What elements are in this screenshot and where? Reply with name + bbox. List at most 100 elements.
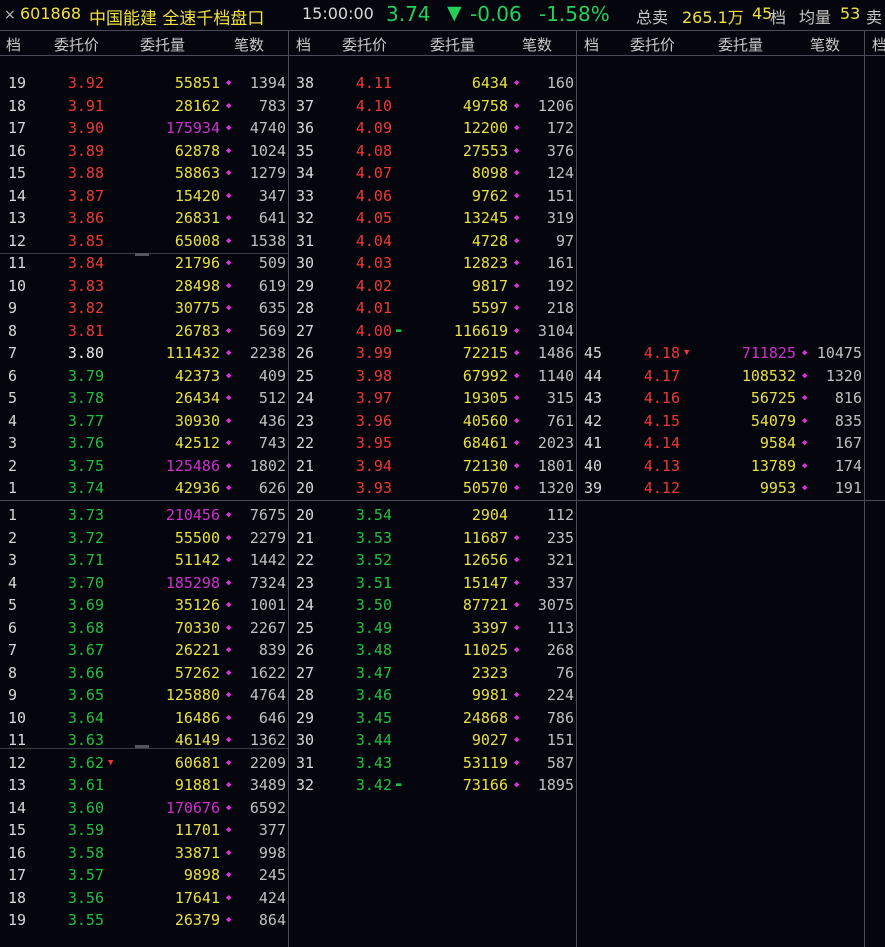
- level-number: 33: [296, 186, 315, 205]
- volume: 12656: [462, 551, 508, 569]
- volume: 49758: [462, 96, 508, 115]
- price: 3.56: [67, 888, 104, 907]
- price: 3.63: [67, 731, 104, 749]
- order-count: 174: [834, 456, 862, 475]
- level-number: 38: [296, 74, 315, 92]
- bid-level-row: 3 3.71 51142 ◆ 1442: [0, 549, 290, 571]
- price: 3.75: [67, 456, 104, 475]
- volume: 51142: [174, 551, 220, 569]
- volume: 2323: [471, 663, 508, 682]
- volume: 17641: [174, 888, 220, 907]
- level-number: 45: [584, 344, 603, 362]
- diamond-icon: ◆: [514, 348, 520, 358]
- level-number: 36: [296, 119, 315, 137]
- order-count: 998: [258, 843, 286, 862]
- diamond-icon: ◆: [514, 123, 520, 133]
- volume: 9953: [759, 479, 796, 497]
- order-count: 1001: [249, 596, 286, 614]
- price: 4.18: [643, 344, 680, 362]
- level-number: 21: [296, 456, 315, 475]
- last-price: 3.74: [386, 2, 431, 26]
- stock-code: 601868: [20, 4, 82, 23]
- order-count: 376: [546, 141, 574, 160]
- level-number: 18: [8, 888, 27, 907]
- bid-level-row: 11 3.63 46149 ◆ 1362: [0, 729, 290, 751]
- price: 3.47: [355, 663, 392, 682]
- price: 4.05: [355, 209, 392, 227]
- bid-level-row: 8 3.66 57262 ◆ 1622: [0, 662, 290, 684]
- diamond-icon: ◆: [226, 235, 232, 246]
- level-number: 34: [296, 164, 315, 182]
- ask-level-row: 45 4.18 ▼ 711825 ◆ 10475: [576, 342, 866, 364]
- level-number: 14: [8, 186, 27, 205]
- price: 3.87: [67, 186, 104, 205]
- price: 3.52: [355, 551, 392, 569]
- order-count: 7675: [249, 506, 286, 524]
- volume: 185298: [165, 573, 220, 592]
- volume: 28162: [174, 96, 220, 115]
- order-count: 409: [258, 366, 286, 385]
- diamond-icon: ◆: [514, 415, 520, 426]
- ask-level-row: 20 3.93 50570 ◆ 1320: [288, 477, 578, 499]
- ask-level-row: 7 3.80 111432 ◆ 2238: [0, 342, 290, 364]
- price: 3.48: [355, 641, 392, 659]
- diamond-icon: ◆: [226, 123, 232, 133]
- level-number: 3: [8, 551, 18, 569]
- bid-level-row: 25 3.49 3397 ◆ 113: [288, 617, 578, 639]
- diamond-icon: ◆: [514, 690, 520, 700]
- order-count: 839: [258, 641, 286, 659]
- level-number: 2: [8, 456, 18, 475]
- diamond-icon: ◆: [514, 438, 520, 448]
- diamond-icon: ◆: [226, 667, 232, 678]
- diamond-icon: ◆: [226, 600, 232, 610]
- price: 4.06: [355, 186, 392, 205]
- ask-level-row: 27 4.00 ▬ 116619 ◆ 3104: [288, 320, 578, 342]
- diamond-icon: ◆: [514, 145, 520, 156]
- order-count: 436: [258, 411, 286, 430]
- price: 4.10: [355, 96, 392, 115]
- level-number: 27: [296, 321, 315, 340]
- ask-level-row: 42 4.15 54079 ◆ 835: [576, 410, 866, 432]
- ask-level-row: 29 4.02 9817 ◆ 192: [288, 275, 578, 297]
- price: 4.17: [643, 366, 680, 385]
- level-number: 28: [296, 299, 315, 317]
- level-number: 11: [8, 731, 27, 749]
- order-count: 1622: [249, 663, 286, 682]
- stock-name: 中国能建 全速千档盘口: [89, 9, 265, 29]
- diamond-icon: ◆: [226, 280, 232, 291]
- price: 3.86: [67, 209, 104, 227]
- volume: 68461: [462, 434, 508, 452]
- price: 4.09: [355, 119, 392, 137]
- diamond-icon: ◆: [514, 280, 520, 291]
- price: 3.74: [67, 479, 104, 497]
- price: 3.88: [67, 164, 104, 182]
- price: 3.67: [67, 641, 104, 659]
- ask-level-row: 4 3.77 30930 ◆ 436: [0, 410, 290, 432]
- header-price: 委托价: [342, 36, 388, 54]
- bid-level-row: 32 3.42 ▬ 73166 ◆ 1895: [288, 774, 578, 796]
- order-count: 151: [546, 731, 574, 749]
- close-icon[interactable]: ×: [4, 7, 16, 23]
- price: 3.90: [67, 119, 104, 137]
- total-sell-label: 总卖: [636, 8, 669, 27]
- header-volume: 委托量: [140, 36, 186, 54]
- volume: 67992: [462, 366, 508, 385]
- header-volume: 委托量: [430, 36, 476, 54]
- price: 3.61: [67, 776, 104, 794]
- level-number: 20: [296, 506, 315, 524]
- volume: 9762: [471, 186, 508, 205]
- volume: 26379: [174, 911, 220, 929]
- order-count: 3075: [537, 596, 574, 614]
- ask-level-row: 23 3.96 40560 ◆ 761: [288, 410, 578, 432]
- diamond-icon: ◆: [514, 258, 520, 268]
- level-number: 35: [296, 141, 315, 160]
- red-marker-icon: ▼: [108, 757, 114, 768]
- order-count: 2238: [249, 344, 286, 362]
- level-number: 26: [296, 344, 315, 362]
- price: 3.71: [67, 551, 104, 569]
- ask-level-row: 3 3.76 42512 ◆ 743: [0, 432, 290, 454]
- bid-level-row: 31 3.43 53119 ◆ 587: [288, 752, 578, 774]
- order-count: 864: [258, 911, 286, 929]
- diamond-icon: ◆: [226, 892, 232, 903]
- level-number: 29: [296, 708, 315, 727]
